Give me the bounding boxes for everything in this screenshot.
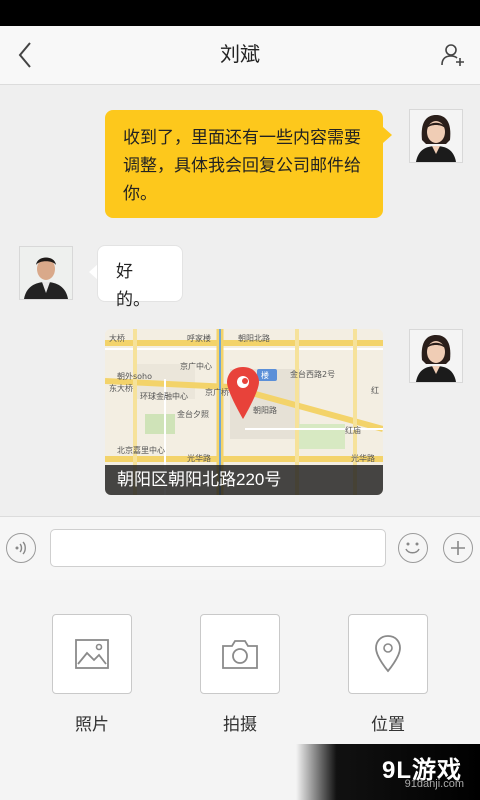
message-composer [0,516,480,581]
tool-label: 位置 [371,715,405,734]
add-contact-button[interactable] [436,38,470,72]
image-icon [75,639,109,669]
map-label: 东大桥 [109,383,133,393]
camera-button[interactable] [200,614,280,694]
tool-photo[interactable]: 照片 [50,614,134,735]
voice-icon [15,541,26,555]
map-label: 金台夕照 [177,409,209,419]
map-label: 京广桥 [205,387,229,397]
avatar-contact[interactable] [19,246,73,300]
chat-area[interactable]: 收到了，里面还有一些内容需要调整，具体我会回复公司邮件给你。 好的。 大桥 呼家… [0,85,480,516]
tool-location[interactable]: 位置 [346,614,430,735]
emoji-button[interactable] [398,533,428,563]
location-message[interactable]: 大桥 呼家楼 朝阳北路 东大桥 京广中心 金台西路2号 朝外soho 环球金融中… [105,329,383,495]
map-label: 楼 [261,370,269,380]
camera-icon [222,640,258,669]
more-button[interactable] [443,533,473,563]
nav-bar: 刘斌 [0,26,480,85]
watermark: 9L游戏 91danji.com [296,744,480,800]
map-label: 光华路 [187,453,211,463]
map-label: 呼家楼 [187,333,211,343]
voice-button[interactable] [6,533,36,563]
location-button[interactable] [348,614,428,694]
map-label: 朝阳路 [253,405,277,415]
add-user-icon [441,44,464,66]
avatar-man-image [20,247,72,299]
map-label: 朝阳北路 [238,333,270,343]
bubble-tail [383,127,392,143]
location-address: 朝阳区朝阳北路220号 [105,465,383,495]
map-label: 光华路 [351,453,375,463]
tool-camera[interactable]: 拍摄 [198,614,282,735]
photo-button[interactable] [52,614,132,694]
avatar-self[interactable] [409,329,463,383]
map-label: 京广中心 [180,361,212,371]
map-label: 红庙 [345,425,361,435]
map-label: 北京嘉里中心 [117,445,165,455]
page-title: 刘斌 [220,44,260,66]
message-input[interactable] [50,529,386,567]
watermark-url: 91danji.com [404,778,464,790]
avatar-woman-image [410,330,462,382]
map-label: 大桥 [109,333,125,343]
message-text: 收到了，里面还有一些内容需要调整，具体我会回复公司邮件给你。 [123,128,361,203]
map-label: 环球金融中心 [140,391,188,401]
message-text: 好的。 [116,262,150,309]
plus-icon [451,541,465,555]
avatar-woman-image [410,110,462,162]
emoji-icon [405,542,420,554]
map-label: 金台西路2号 [290,369,335,379]
message-bubble-contact[interactable]: 好的。 [97,245,183,309]
message-bubble-self[interactable]: 收到了，里面还有一些内容需要调整，具体我会回复公司邮件给你。 [105,110,383,218]
tool-label: 照片 [75,715,109,734]
status-bar [0,0,480,26]
map-label: 朝外soho [117,371,152,381]
avatar-self[interactable] [409,109,463,163]
location-pin-icon [375,635,401,673]
tool-label: 拍摄 [223,715,257,734]
map-label: 红 [371,385,379,395]
